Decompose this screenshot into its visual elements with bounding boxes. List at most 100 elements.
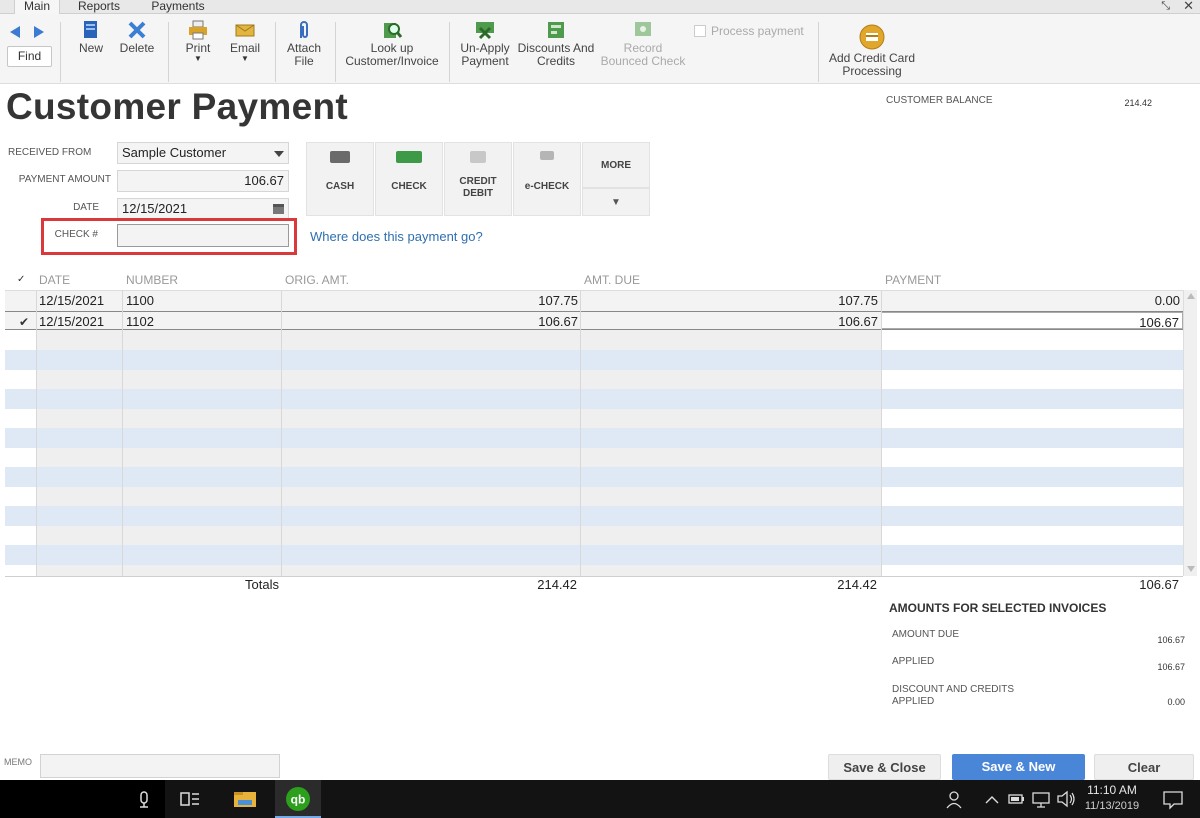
print-label: Print bbox=[185, 41, 211, 55]
unapply-label-line1: Un-Apply bbox=[460, 41, 510, 55]
new-button[interactable]: New bbox=[72, 14, 110, 55]
check-method-icon bbox=[396, 151, 422, 163]
record-bounced-check-button[interactable]: Record Bounced Check bbox=[598, 14, 688, 68]
tab-reports[interactable]: Reports bbox=[70, 0, 128, 14]
clock-date: 11/13/2019 bbox=[1084, 800, 1140, 812]
check-number-input[interactable] bbox=[117, 224, 289, 247]
row-date: 12/15/2021 bbox=[39, 293, 105, 308]
system-clock[interactable]: 11:10 AM 11/13/2019 bbox=[1080, 782, 1144, 814]
grid-stripe bbox=[5, 545, 1183, 565]
file-explorer-icon[interactable] bbox=[230, 780, 260, 818]
header-check-icon[interactable]: ✓ bbox=[17, 270, 33, 290]
unapply-payment-button[interactable]: Un-Apply Payment bbox=[456, 14, 514, 68]
discounts-credits-button[interactable]: Discounts And Credits bbox=[514, 14, 598, 68]
clear-button[interactable]: Clear bbox=[1094, 754, 1194, 780]
received-from-dropdown[interactable]: Sample Customer bbox=[117, 142, 289, 164]
header-number[interactable]: NUMBER bbox=[126, 270, 178, 290]
close-window-icon[interactable]: ✕ bbox=[1183, 0, 1194, 12]
payment-amount-input[interactable]: 106.67 bbox=[117, 170, 289, 192]
arrow-right-icon[interactable] bbox=[34, 26, 44, 38]
arrow-left-icon[interactable] bbox=[10, 26, 20, 38]
paperclip-icon bbox=[300, 21, 308, 38]
applied-value: 106.67 bbox=[1157, 662, 1185, 672]
speaker-icon[interactable] bbox=[1055, 780, 1077, 818]
table-row[interactable]: 12/15/2021 1100 107.75 107.75 0.00 bbox=[5, 291, 1183, 311]
table-scrollbar[interactable] bbox=[1183, 290, 1197, 576]
chevron-down-icon[interactable] bbox=[274, 151, 284, 157]
received-from-label: RECEIVED FROM bbox=[8, 147, 92, 158]
process-payment-box[interactable] bbox=[694, 25, 706, 37]
network-icon[interactable] bbox=[1030, 780, 1052, 818]
where-does-payment-go-link[interactable]: Where does this payment go? bbox=[310, 229, 483, 244]
more-methods-button[interactable]: MORE bbox=[582, 142, 650, 188]
task-view-icon[interactable] bbox=[178, 780, 202, 818]
more-methods-dropdown-icon[interactable]: ▼ bbox=[582, 188, 650, 216]
grid-stripe bbox=[5, 506, 1183, 526]
table-row[interactable]: ✔ 12/15/2021 1102 106.67 106.67 106.67 bbox=[5, 310, 1183, 331]
restore-window-icon[interactable]: ⤡ bbox=[1161, 0, 1170, 12]
calendar-icon[interactable] bbox=[273, 204, 284, 214]
battery-icon[interactable] bbox=[1006, 780, 1026, 818]
tab-payments[interactable]: Payments bbox=[140, 0, 216, 14]
tab-main[interactable]: Main bbox=[14, 0, 60, 14]
microphone-icon[interactable] bbox=[135, 780, 153, 818]
save-close-button[interactable]: Save & Close bbox=[828, 754, 941, 780]
header-amt-due[interactable]: AMT. DUE bbox=[584, 270, 640, 290]
discounts-icon bbox=[548, 22, 564, 38]
notifications-icon[interactable] bbox=[1160, 780, 1186, 818]
lookup-icon bbox=[384, 23, 402, 38]
save-new-button[interactable]: Save & New bbox=[952, 754, 1085, 780]
amount-due-value: 106.67 bbox=[1157, 635, 1185, 645]
toolbar-separator bbox=[275, 22, 276, 82]
row-amt-due: 107.75 bbox=[838, 293, 878, 308]
customer-balance-label: CUSTOMER BALANCE bbox=[886, 95, 993, 106]
debit-label: DEBIT bbox=[463, 188, 493, 199]
chevron-up-icon[interactable] bbox=[982, 780, 1002, 818]
scroll-down-icon[interactable] bbox=[1187, 566, 1195, 572]
memo-input[interactable] bbox=[40, 754, 280, 778]
header-payment[interactable]: PAYMENT bbox=[885, 270, 941, 290]
header-date[interactable]: DATE bbox=[39, 270, 70, 290]
unapply-label-line2: Payment bbox=[461, 54, 509, 68]
email-button[interactable]: Email ▼ bbox=[226, 14, 264, 63]
echeck-button[interactable]: e-CHECK bbox=[513, 142, 581, 216]
print-button[interactable]: Print ▼ bbox=[180, 14, 216, 63]
add-credit-card-processing-button[interactable]: Add Credit Card Processing bbox=[826, 14, 918, 78]
applied-label: APPLIED bbox=[892, 656, 935, 667]
discount-credits-value: 0.00 bbox=[1167, 697, 1185, 707]
date-input[interactable]: 12/15/2021 bbox=[117, 198, 289, 220]
row-payment-input[interactable]: 106.67 bbox=[881, 311, 1183, 330]
echeck-label: e-CHECK bbox=[524, 181, 570, 192]
people-icon[interactable] bbox=[942, 780, 966, 818]
lookup-label-line1: Look up bbox=[370, 41, 414, 55]
credit-debit-button[interactable]: CREDIT DEBIT bbox=[444, 142, 512, 216]
row-date: 12/15/2021 bbox=[39, 313, 105, 329]
row-check-icon[interactable]: ✔ bbox=[19, 315, 29, 329]
bounced-check-icon bbox=[635, 22, 651, 36]
quickbooks-logo-text: qb bbox=[291, 793, 306, 807]
row-payment[interactable]: 0.00 bbox=[881, 291, 1183, 311]
lookup-customer-invoice-button[interactable]: Look up Customer/Invoice bbox=[342, 14, 442, 68]
email-dropdown-caret-icon[interactable]: ▼ bbox=[226, 55, 264, 63]
check-method-button[interactable]: CHECK bbox=[375, 142, 443, 216]
print-dropdown-caret-icon[interactable]: ▼ bbox=[180, 55, 216, 63]
find-button[interactable]: Find bbox=[7, 46, 52, 67]
delete-button[interactable]: Delete bbox=[116, 14, 158, 55]
toolbar-separator bbox=[60, 22, 61, 82]
scroll-up-icon[interactable] bbox=[1187, 293, 1195, 299]
attach-file-button[interactable]: Attach File bbox=[282, 14, 326, 68]
tab-bar: Main Reports Payments ⤡ ✕ bbox=[0, 0, 1200, 14]
header-orig-amt[interactable]: ORIG. AMT. bbox=[285, 270, 349, 290]
os-taskbar: qb 11:10 AM 11/13/2019 bbox=[0, 780, 1200, 818]
lookup-label-line2: Customer/Invoice bbox=[345, 54, 439, 68]
received-from-value: Sample Customer bbox=[122, 145, 227, 160]
grid-stripe bbox=[5, 428, 1183, 448]
quickbooks-logo-icon: qb bbox=[286, 787, 310, 811]
cash-button[interactable]: CASH bbox=[306, 142, 374, 216]
totals-payment: 106.67 bbox=[1139, 577, 1179, 592]
process-payment-checkbox[interactable]: Process payment bbox=[694, 24, 804, 38]
column-divider bbox=[580, 291, 581, 576]
credit-card-icon bbox=[470, 151, 486, 163]
invoice-table: ✓ DATE NUMBER ORIG. AMT. AMT. DUE PAYMEN… bbox=[5, 270, 1183, 576]
quickbooks-taskbar-app[interactable]: qb bbox=[275, 780, 321, 818]
